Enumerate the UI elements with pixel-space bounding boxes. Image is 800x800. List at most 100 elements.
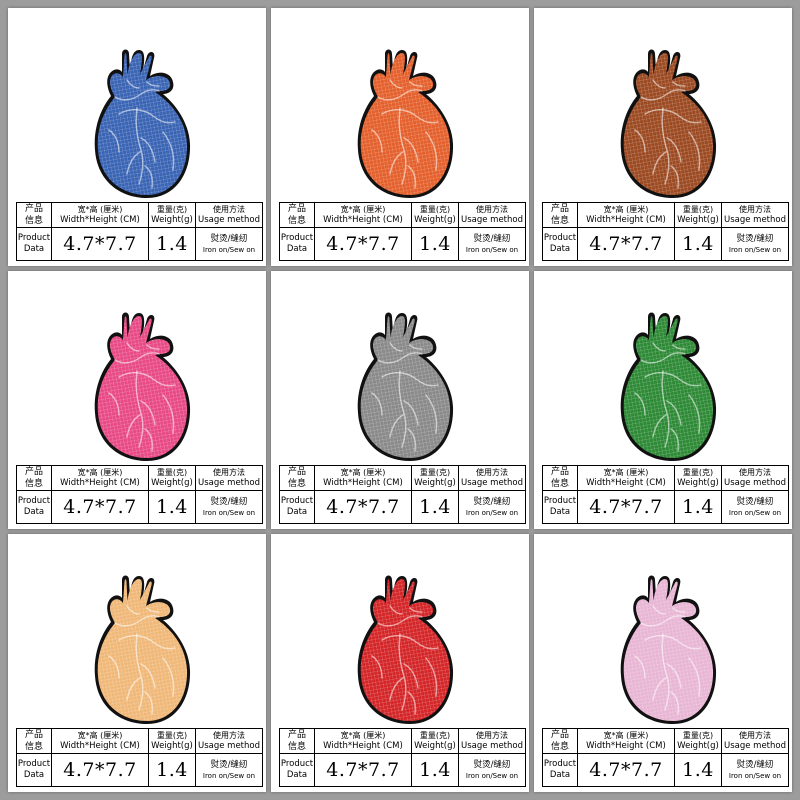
- variant-cell-brown: 产品 信息 宽*高 (厘米) Width*Height (CM) 重量(克) W…: [534, 8, 792, 266]
- usage-header: 使用方法 Usage method: [195, 465, 263, 491]
- usage-value: 熨烫/缝纫 Iron on/Sew on: [721, 490, 789, 524]
- size-header: 宽*高 (厘米) Width*Height (CM): [314, 465, 412, 491]
- weight-value: 1.4: [411, 753, 459, 787]
- product-data-label-en: Product Data: [279, 490, 315, 524]
- weight-header: 重量(克) Weight(g): [148, 202, 196, 228]
- spec-table: 产品 信息 宽*高 (厘米) Width*Height (CM) 重量(克) W…: [542, 465, 789, 524]
- heart-patch-icon: [619, 574, 717, 725]
- size-value: 4.7*7.7: [577, 227, 675, 261]
- heart-patch-icon: [356, 574, 454, 725]
- size-value: 4.7*7.7: [314, 490, 412, 524]
- product-data-label-en: Product Data: [279, 227, 315, 261]
- weight-header: 重量(克) Weight(g): [148, 728, 196, 754]
- product-data-label-cn: 产品 信息: [16, 728, 52, 754]
- weight-value: 1.4: [148, 227, 196, 261]
- spec-table: 产品 信息 宽*高 (厘米) Width*Height (CM) 重量(克) W…: [542, 202, 789, 261]
- product-data-label-en: Product Data: [542, 753, 578, 787]
- weight-header: 重量(克) Weight(g): [148, 465, 196, 491]
- size-value: 4.7*7.7: [314, 227, 412, 261]
- usage-value: 熨烫/缝纫 Iron on/Sew on: [458, 753, 526, 787]
- product-data-label-en: Product Data: [16, 753, 52, 787]
- heart-patch-icon: [93, 48, 191, 199]
- product-image-grid: 产品 信息 宽*高 (厘米) Width*Height (CM) 重量(克) W…: [0, 0, 800, 800]
- size-header: 宽*高 (厘米) Width*Height (CM): [577, 202, 675, 228]
- size-value: 4.7*7.7: [51, 753, 149, 787]
- product-data-label-cn: 产品 信息: [16, 202, 52, 228]
- spec-table: 产品 信息 宽*高 (厘米) Width*Height (CM) 重量(克) W…: [279, 728, 526, 787]
- spec-table: 产品 信息 宽*高 (厘米) Width*Height (CM) 重量(克) W…: [279, 465, 526, 524]
- usage-value: 熨烫/缝纫 Iron on/Sew on: [458, 227, 526, 261]
- usage-value: 熨烫/缝纫 Iron on/Sew on: [195, 490, 263, 524]
- usage-header: 使用方法 Usage method: [458, 465, 526, 491]
- size-header: 宽*高 (厘米) Width*Height (CM): [51, 728, 149, 754]
- product-data-label-en: Product Data: [542, 227, 578, 261]
- variant-cell-green: 产品 信息 宽*高 (厘米) Width*Height (CM) 重量(克) W…: [534, 271, 792, 529]
- product-data-label-en: Product Data: [279, 753, 315, 787]
- usage-header: 使用方法 Usage method: [195, 202, 263, 228]
- variant-cell-beige: 产品 信息 宽*高 (厘米) Width*Height (CM) 重量(克) W…: [8, 534, 266, 792]
- weight-value: 1.4: [674, 227, 722, 261]
- product-data-label-cn: 产品 信息: [279, 728, 315, 754]
- usage-header: 使用方法 Usage method: [458, 728, 526, 754]
- usage-value: 熨烫/缝纫 Iron on/Sew on: [195, 753, 263, 787]
- weight-value: 1.4: [148, 753, 196, 787]
- size-value: 4.7*7.7: [51, 227, 149, 261]
- product-data-label-cn: 产品 信息: [279, 465, 315, 491]
- weight-value: 1.4: [674, 753, 722, 787]
- product-data-label-en: Product Data: [542, 490, 578, 524]
- usage-value: 熨烫/缝纫 Iron on/Sew on: [195, 227, 263, 261]
- variant-cell-white: 产品 信息 宽*高 (厘米) Width*Height (CM) 重量(克) W…: [271, 271, 529, 529]
- product-data-label-cn: 产品 信息: [542, 202, 578, 228]
- usage-header: 使用方法 Usage method: [721, 728, 789, 754]
- weight-value: 1.4: [674, 490, 722, 524]
- size-header: 宽*高 (厘米) Width*Height (CM): [314, 202, 412, 228]
- weight-header: 重量(克) Weight(g): [411, 465, 459, 491]
- product-data-label-cn: 产品 信息: [542, 728, 578, 754]
- size-value: 4.7*7.7: [577, 753, 675, 787]
- variant-cell-blue: 产品 信息 宽*高 (厘米) Width*Height (CM) 重量(克) W…: [8, 8, 266, 266]
- usage-value: 熨烫/缝纫 Iron on/Sew on: [458, 490, 526, 524]
- size-header: 宽*高 (厘米) Width*Height (CM): [577, 728, 675, 754]
- weight-header: 重量(克) Weight(g): [674, 465, 722, 491]
- usage-value: 熨烫/缝纫 Iron on/Sew on: [721, 753, 789, 787]
- size-header: 宽*高 (厘米) Width*Height (CM): [577, 465, 675, 491]
- variant-cell-red: 产品 信息 宽*高 (厘米) Width*Height (CM) 重量(克) W…: [271, 534, 529, 792]
- heart-patch-icon: [356, 311, 454, 462]
- heart-patch-icon: [619, 48, 717, 199]
- variant-cell-orange: 产品 信息 宽*高 (厘米) Width*Height (CM) 重量(克) W…: [271, 8, 529, 266]
- usage-header: 使用方法 Usage method: [458, 202, 526, 228]
- product-data-label-cn: 产品 信息: [279, 202, 315, 228]
- usage-header: 使用方法 Usage method: [721, 202, 789, 228]
- product-data-label-en: Product Data: [16, 227, 52, 261]
- spec-table: 产品 信息 宽*高 (厘米) Width*Height (CM) 重量(克) W…: [279, 202, 526, 261]
- product-data-label-en: Product Data: [16, 490, 52, 524]
- heart-patch-icon: [93, 574, 191, 725]
- spec-table: 产品 信息 宽*高 (厘米) Width*Height (CM) 重量(克) W…: [16, 465, 263, 524]
- size-value: 4.7*7.7: [314, 753, 412, 787]
- usage-header: 使用方法 Usage method: [195, 728, 263, 754]
- size-header: 宽*高 (厘米) Width*Height (CM): [51, 202, 149, 228]
- usage-header: 使用方法 Usage method: [721, 465, 789, 491]
- size-value: 4.7*7.7: [577, 490, 675, 524]
- size-value: 4.7*7.7: [51, 490, 149, 524]
- spec-table: 产品 信息 宽*高 (厘米) Width*Height (CM) 重量(克) W…: [16, 728, 263, 787]
- weight-header: 重量(克) Weight(g): [674, 202, 722, 228]
- variant-cell-light-pink: 产品 信息 宽*高 (厘米) Width*Height (CM) 重量(克) W…: [534, 534, 792, 792]
- weight-header: 重量(克) Weight(g): [674, 728, 722, 754]
- product-data-label-cn: 产品 信息: [16, 465, 52, 491]
- weight-value: 1.4: [411, 490, 459, 524]
- size-header: 宽*高 (厘米) Width*Height (CM): [51, 465, 149, 491]
- variant-cell-pink: 产品 信息 宽*高 (厘米) Width*Height (CM) 重量(克) W…: [8, 271, 266, 529]
- product-data-label-cn: 产品 信息: [542, 465, 578, 491]
- heart-patch-icon: [93, 311, 191, 462]
- size-header: 宽*高 (厘米) Width*Height (CM): [314, 728, 412, 754]
- weight-header: 重量(克) Weight(g): [411, 728, 459, 754]
- weight-value: 1.4: [411, 227, 459, 261]
- weight-value: 1.4: [148, 490, 196, 524]
- weight-header: 重量(克) Weight(g): [411, 202, 459, 228]
- usage-value: 熨烫/缝纫 Iron on/Sew on: [721, 227, 789, 261]
- heart-patch-icon: [619, 311, 717, 462]
- heart-patch-icon: [356, 48, 454, 199]
- spec-table: 产品 信息 宽*高 (厘米) Width*Height (CM) 重量(克) W…: [542, 728, 789, 787]
- spec-table: 产品 信息 宽*高 (厘米) Width*Height (CM) 重量(克) W…: [16, 202, 263, 261]
